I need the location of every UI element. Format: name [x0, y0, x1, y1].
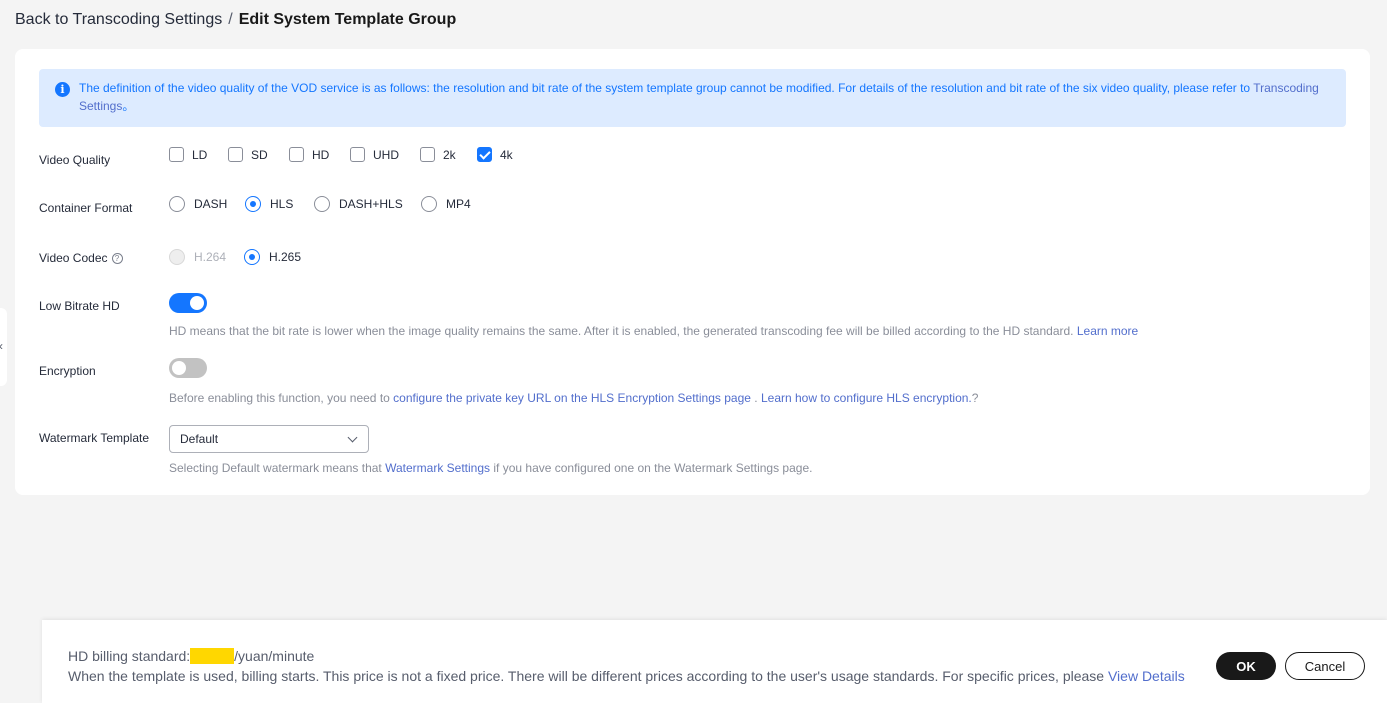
container-format-label-text: Container Format	[39, 201, 133, 215]
learn-more-link[interactable]: Learn more	[1077, 324, 1138, 338]
quality-sd-label: SD	[251, 147, 268, 162]
billing-unit: /yuan/minute	[234, 648, 315, 664]
checkbox-box-checked[interactable]	[477, 147, 492, 162]
watermark-hint: Selecting Default watermark means that W…	[169, 461, 812, 475]
watermark-settings-link[interactable]: Watermark Settings	[385, 461, 490, 475]
format-hls-radio[interactable]: HLS	[245, 196, 314, 212]
encryption-toggle[interactable]	[169, 358, 207, 378]
codec-h265-radio[interactable]: H.265	[244, 249, 301, 265]
format-hls-label: HLS	[270, 197, 294, 211]
page-title: Edit System Template Group	[238, 11, 457, 28]
billing-standard: HD billing standard: /yuan/minute	[68, 648, 314, 664]
quality-4k-checkbox[interactable]: 4k	[477, 147, 513, 162]
encryption-hint: Before enabling this function, you need …	[169, 391, 978, 405]
encryption-hint-text: Before enabling this function, you need …	[169, 391, 390, 405]
notice-suffix: 。	[122, 99, 135, 113]
format-dash-hls-label: DASH+HLS	[339, 197, 403, 211]
billing-note-text: When the template is used, billing start…	[68, 668, 1105, 684]
billing-note: When the template is used, billing start…	[68, 668, 1185, 684]
quality-ld-label: LD	[192, 147, 208, 162]
quality-uhd-label: UHD	[373, 147, 399, 162]
quality-2k-label: 2k	[443, 147, 456, 162]
encryption-label-text: Encryption	[39, 364, 96, 378]
watermark-template-select[interactable]: Default	[169, 425, 369, 453]
template-form-card: i The definition of the video quality of…	[15, 49, 1370, 495]
view-details-link[interactable]: View Details	[1108, 668, 1185, 684]
video-codec-options: H.264 H.265	[169, 249, 301, 265]
low-bitrate-hd-label-text: Low Bitrate HD	[39, 299, 120, 313]
help-icon[interactable]: ?	[111, 252, 123, 264]
checkbox-box[interactable]	[420, 147, 435, 162]
low-bitrate-hd-hint: HD means that the bit rate is lower when…	[169, 324, 1138, 338]
radio-circle[interactable]	[421, 196, 437, 212]
low-bitrate-hd-toggle[interactable]	[169, 293, 207, 313]
codec-h265-label: H.265	[269, 250, 302, 264]
breadcrumb-separator: /	[228, 11, 233, 28]
watermark-template-label: Watermark Template	[39, 431, 149, 445]
back-link[interactable]: Back to Transcoding Settings	[15, 10, 222, 30]
video-codec-label-text: Video Codec	[39, 251, 108, 265]
encryption-label: Encryption	[39, 364, 96, 378]
quality-4k-label: 4k	[500, 147, 513, 162]
ok-button[interactable]: OK	[1216, 652, 1276, 680]
radio-circle[interactable]	[314, 196, 330, 212]
container-format-label: Container Format	[39, 201, 132, 215]
quality-2k-checkbox[interactable]: 2k	[420, 147, 477, 162]
radio-circle[interactable]	[169, 196, 185, 212]
format-mp4-radio[interactable]: MP4	[421, 196, 471, 212]
codec-h264-label: H.264	[194, 250, 227, 264]
encryption-hint-separator: .	[754, 391, 758, 405]
billing-standard-label: HD billing standard:	[68, 648, 191, 664]
format-dash-hls-radio[interactable]: DASH+HLS	[314, 196, 421, 212]
checkbox-box[interactable]	[350, 147, 365, 162]
radio-circle-disabled	[169, 249, 185, 265]
info-icon: i	[55, 82, 70, 97]
quality-hd-label: HD	[312, 147, 330, 162]
breadcrumb: Back to Transcoding Settings / Edit Syst…	[15, 10, 456, 30]
watermark-selected-value: Default	[180, 432, 219, 446]
quality-uhd-checkbox[interactable]: UHD	[350, 147, 420, 162]
video-quality-label: Video Quality	[39, 153, 110, 167]
watermark-hint-text: Selecting Default watermark means that	[169, 461, 382, 475]
hls-encryption-settings-link[interactable]: configure the private key URL on the HLS…	[393, 391, 751, 405]
chevron-down-icon	[347, 432, 358, 442]
checkbox-box[interactable]	[228, 147, 243, 162]
redacted-price	[190, 648, 235, 664]
watermark-hint-suffix: if you have configured one on the Waterm…	[493, 461, 813, 475]
low-bitrate-hd-hint-text: HD means that the bit rate is lower when…	[169, 324, 1074, 338]
quality-ld-checkbox[interactable]: LD	[169, 147, 228, 162]
container-format-options: DASH HLS DASH+HLS MP4	[169, 196, 471, 212]
encryption-hint-suffix: ?	[971, 391, 979, 405]
format-dash-label: DASH	[194, 197, 228, 211]
side-collapse-tab[interactable]: ‹	[0, 308, 7, 386]
video-quality-options: LD SD HD UHD 2k 4k	[169, 147, 513, 162]
codec-h264-radio: H.264	[169, 249, 244, 265]
billing-footer: HD billing standard: /yuan/minute When th…	[42, 620, 1387, 703]
quality-sd-checkbox[interactable]: SD	[228, 147, 289, 162]
quality-hd-checkbox[interactable]: HD	[289, 147, 350, 162]
chevron-left-icon: ‹	[0, 339, 3, 353]
cancel-button[interactable]: Cancel	[1285, 652, 1365, 680]
video-codec-label: Video Codec ?	[39, 251, 123, 265]
radio-circle-selected[interactable]	[245, 196, 261, 212]
checkbox-box[interactable]	[169, 147, 184, 162]
radio-circle-selected[interactable]	[244, 249, 260, 265]
info-notice: i The definition of the video quality of…	[39, 69, 1346, 127]
format-dash-radio[interactable]: DASH	[169, 196, 245, 212]
notice-text: The definition of the video quality of t…	[79, 81, 1254, 95]
low-bitrate-hd-label: Low Bitrate HD	[39, 299, 120, 313]
configure-hls-encryption-link[interactable]: Learn how to configure HLS encryption.	[761, 391, 972, 405]
format-mp4-label: MP4	[446, 197, 471, 211]
video-quality-label-text: Video Quality	[39, 153, 111, 167]
watermark-template-label-text: Watermark Template	[39, 431, 150, 445]
checkbox-box[interactable]	[289, 147, 304, 162]
